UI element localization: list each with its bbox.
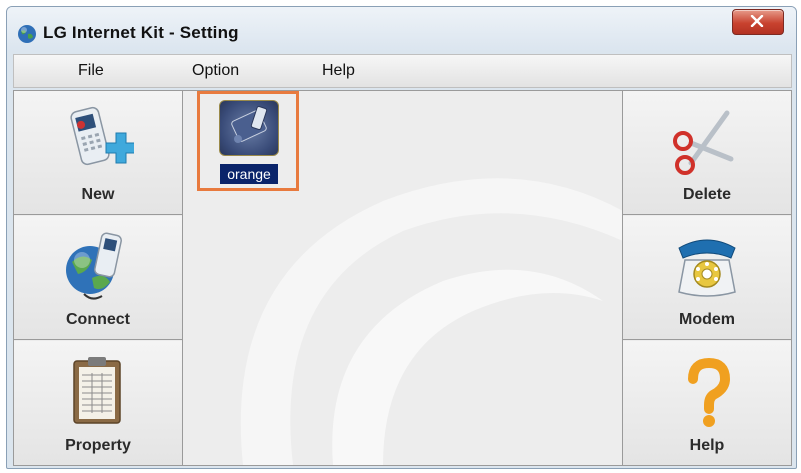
menu-help[interactable]: Help [322, 62, 355, 80]
title-bar: LG Internet Kit - Setting [7, 7, 796, 51]
profile-item-orange[interactable]: orange [197, 91, 299, 191]
help-label: Help [689, 437, 725, 454]
phone-profile-icon [219, 100, 279, 156]
telephone-icon [678, 239, 736, 297]
right-toolbar: Delete Modem Help [622, 91, 791, 465]
close-button[interactable] [732, 9, 784, 35]
delete-label: Delete [682, 186, 732, 203]
new-label: New [81, 186, 115, 203]
window-title: LG Internet Kit - Setting [43, 23, 239, 42]
connect-button[interactable]: Connect [14, 216, 182, 340]
modem-label: Modem [679, 311, 735, 328]
menu-option[interactable]: Option [192, 62, 239, 80]
clipboard-icon [73, 357, 121, 424]
property-label: Property [65, 437, 131, 454]
main-content: New Connect Property orange Delete Modem… [13, 90, 792, 466]
property-button[interactable]: Property [14, 341, 182, 465]
profile-label: orange [220, 164, 278, 184]
phone-add-icon [70, 106, 134, 166]
profile-area[interactable]: orange [183, 91, 623, 465]
left-toolbar: New Connect Property [14, 91, 183, 465]
question-icon [688, 357, 731, 427]
help-button[interactable]: Help [623, 341, 791, 465]
globe-phone-icon [66, 232, 122, 300]
globe-icon [18, 25, 36, 43]
app-window: LG Internet Kit - Setting File Option He… [6, 6, 797, 469]
new-button[interactable]: New [14, 91, 182, 215]
scissors-icon [673, 110, 734, 175]
modem-button[interactable]: Modem [623, 216, 791, 340]
delete-button[interactable]: Delete [623, 91, 791, 215]
menu-file[interactable]: File [78, 62, 104, 80]
menu-bar: File Option Help [13, 54, 792, 88]
close-icon [750, 15, 764, 27]
connect-label: Connect [66, 311, 130, 328]
